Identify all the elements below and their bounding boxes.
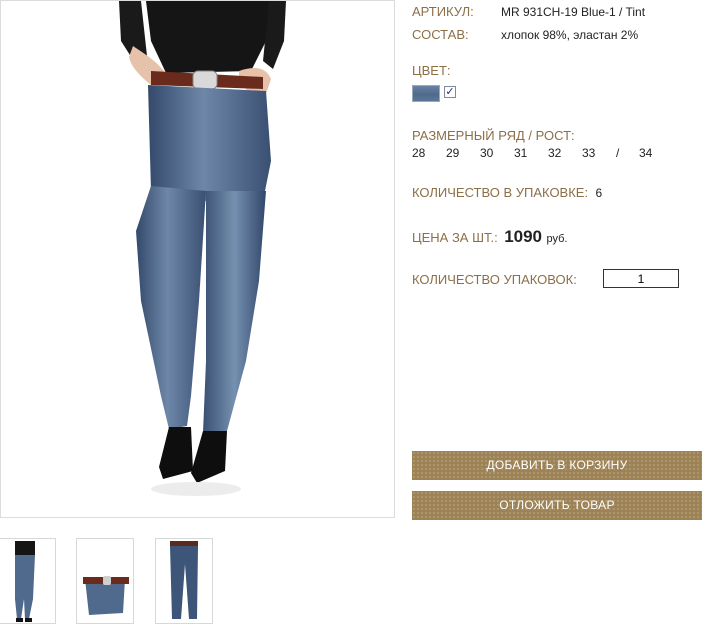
article-value: MR 931CH-19 Blue-1 / Tint	[501, 5, 646, 19]
jeans-model-image	[119, 1, 286, 496]
composition-row: СОСТАВ:	[412, 26, 469, 44]
price-row: ЦЕНА ЗА ШТ.: 1090 руб.	[412, 227, 567, 247]
packs-label: КОЛИЧЕСТВО УПАКОВОК:	[412, 272, 577, 287]
packs-row: КОЛИЧЕСТВО УПАКОВОК:	[412, 271, 577, 289]
packs-quantity-input[interactable]	[603, 269, 679, 288]
article-row: АРТИКУЛ:	[412, 3, 474, 21]
size-range-row: РАЗМЕРНЫЙ РЯД / РОСТ:	[412, 127, 575, 145]
size-separator: /	[616, 146, 620, 160]
add-to-cart-button[interactable]: ДОБАВИТЬ В КОРЗИНУ	[412, 451, 702, 480]
size-item: 33	[582, 146, 596, 160]
size-range-label: РАЗМЕРНЫЙ РЯД / РОСТ:	[412, 128, 575, 143]
thumbnail-belt-image	[83, 576, 129, 615]
price-currency: руб.	[546, 233, 568, 245]
price-label: ЦЕНА ЗА ШТ.:	[412, 230, 498, 245]
color-swatch-blue[interactable]	[412, 85, 440, 102]
color-row: ЦВЕТ:	[412, 62, 451, 80]
pack-qty-label: КОЛИЧЕСТВО В УПАКОВКЕ:	[412, 185, 589, 200]
color-label: ЦВЕТ:	[412, 63, 451, 78]
article-label: АРТИКУЛ:	[412, 4, 474, 19]
thumbnail-jeans-image	[170, 541, 198, 619]
size-item: 34	[639, 146, 653, 160]
composition-label: СОСТАВ:	[412, 27, 469, 42]
thumbnail-model-image	[15, 541, 35, 622]
color-checkbox[interactable]: ✓	[444, 86, 456, 98]
size-item: 32	[548, 146, 562, 160]
pack-qty-row: КОЛИЧЕСТВО В УПАКОВКЕ: 6	[412, 184, 602, 202]
pack-qty-value: 6	[595, 186, 603, 200]
size-item: 28	[412, 146, 426, 160]
composition-value: хлопок 98%, эластан 2%	[501, 28, 639, 42]
thumbnail-3[interactable]	[155, 538, 213, 624]
price-value: 1090	[504, 227, 543, 246]
size-item: 30	[480, 146, 494, 160]
thumbnail-1[interactable]	[0, 538, 56, 624]
composition-value-wrap: хлопок 98%, эластан 2%	[501, 26, 638, 44]
size-item: 31	[514, 146, 528, 160]
postpone-button[interactable]: ОТЛОЖИТЬ ТОВАР	[412, 491, 702, 520]
main-product-photo	[0, 0, 395, 518]
thumbnail-2[interactable]	[76, 538, 134, 624]
article-value-wrap: MR 931CH-19 Blue-1 / Tint	[501, 3, 645, 21]
size-item: 29	[446, 146, 460, 160]
